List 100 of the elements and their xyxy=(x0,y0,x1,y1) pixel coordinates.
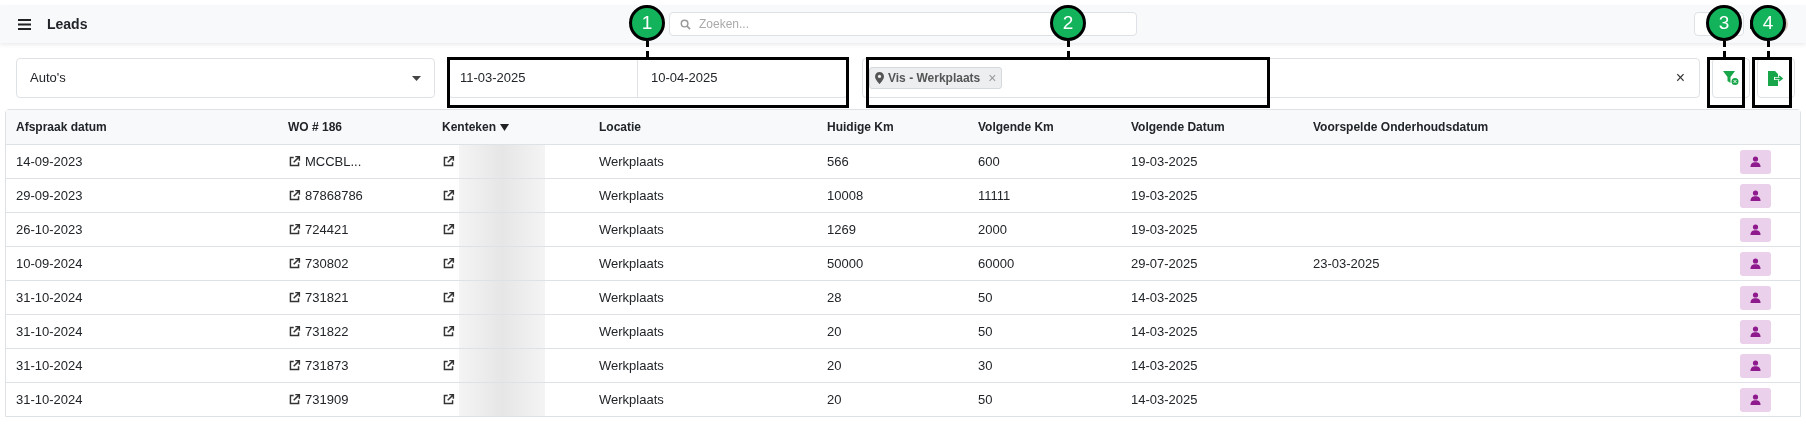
table-cell-text: 19-03-2025 xyxy=(1131,220,1199,239)
external-link-icon[interactable] xyxy=(288,155,301,168)
column-header[interactable]: Volgende Km xyxy=(978,118,1054,136)
work-order-link[interactable]: 731821 xyxy=(305,287,349,308)
external-link-icon[interactable] xyxy=(442,155,455,168)
external-link-icon[interactable] xyxy=(442,189,455,202)
external-link-icon[interactable] xyxy=(288,325,301,338)
date-from-field[interactable]: 11-03-2025 xyxy=(449,59,638,97)
person-icon xyxy=(1750,394,1761,405)
external-link-icon[interactable] xyxy=(442,257,455,270)
callout-frame xyxy=(1752,57,1792,108)
table-cell-text: 10008 xyxy=(827,186,865,205)
table-cell-text: 50 xyxy=(978,322,994,341)
table-cell-text: 20 xyxy=(827,356,843,375)
external-link-icon[interactable] xyxy=(288,291,301,304)
external-link-icon[interactable] xyxy=(288,223,301,236)
contact-button[interactable] xyxy=(1740,217,1771,242)
person-icon xyxy=(1750,156,1761,167)
table-cell-text: 20 xyxy=(827,322,843,341)
sort-down-icon[interactable] xyxy=(500,123,510,131)
column-header[interactable]: Voorspelde Onderhoudsdatum xyxy=(1313,118,1489,136)
table-cell-text: 30 xyxy=(978,356,994,375)
external-link-icon[interactable] xyxy=(288,359,301,372)
table-cell-text: Werkplaats xyxy=(599,322,665,341)
table-cell-text: 14-03-2025 xyxy=(1131,390,1199,409)
contact-button[interactable] xyxy=(1740,183,1771,208)
table-cell-text: Werkplaats xyxy=(599,186,665,205)
menu-icon[interactable] xyxy=(18,18,31,30)
column-header[interactable]: WO # 186 xyxy=(288,118,343,136)
page-title: Leads xyxy=(47,14,88,34)
column-header[interactable]: Afspraak datum xyxy=(16,118,107,136)
vehicle-type-select[interactable]: Auto's xyxy=(16,58,435,98)
table-cell-text: 14-03-2025 xyxy=(1131,322,1199,341)
person-icon xyxy=(1750,326,1761,337)
column-header[interactable]: Huidige Km xyxy=(827,118,894,136)
table-cell-text: 1269 xyxy=(827,220,857,239)
external-link-icon[interactable] xyxy=(288,393,301,406)
external-link-icon[interactable] xyxy=(442,325,455,338)
table-cell-text: 19-03-2025 xyxy=(1131,186,1199,205)
table-cell-text: 31-10-2024 xyxy=(16,322,84,341)
table-cell-text: 14-09-2023 xyxy=(16,152,84,171)
callout-frame xyxy=(1707,57,1745,108)
table-cell-text: 31-10-2024 xyxy=(16,288,84,307)
person-icon xyxy=(1750,360,1761,371)
table-cell-text: 50 xyxy=(978,288,994,307)
table-cell-text: 600 xyxy=(978,152,1001,171)
contact-button[interactable] xyxy=(1740,353,1771,378)
contact-button[interactable] xyxy=(1740,251,1771,276)
table-cell-text: 566 xyxy=(827,152,850,171)
file-export-icon xyxy=(1768,70,1784,86)
caret-icon xyxy=(412,75,421,81)
work-order-link[interactable]: MCCBL... xyxy=(305,151,362,172)
clear-button[interactable]: × xyxy=(1675,66,1693,90)
external-link-icon[interactable] xyxy=(442,359,455,372)
table-cell-text: Werkplaats xyxy=(599,390,665,409)
work-order-link[interactable]: 731909 xyxy=(305,389,349,410)
table-cell-text: 14-03-2025 xyxy=(1131,288,1199,307)
person-icon xyxy=(1750,224,1761,235)
table-cell-text: 50000 xyxy=(827,254,865,273)
work-order-link[interactable]: 731822 xyxy=(305,321,349,342)
table-cell-text: 2000 xyxy=(978,220,1008,239)
table-cell-text: 20 xyxy=(827,390,843,409)
table-cell-text: Werkplaats xyxy=(599,152,665,171)
contact-button[interactable] xyxy=(1740,285,1771,310)
table-cell-text: 19-03-2025 xyxy=(1131,152,1199,171)
contact-button[interactable] xyxy=(1740,387,1771,412)
external-link-icon[interactable] xyxy=(442,291,455,304)
table-cell-text: Werkplaats xyxy=(599,220,665,239)
contact-button[interactable] xyxy=(1740,319,1771,344)
external-link-icon[interactable] xyxy=(442,393,455,406)
work-order-link[interactable]: 730802 xyxy=(305,253,349,274)
table-cell-text: Werkplaats xyxy=(599,254,665,273)
table-cell-text: Werkplaats xyxy=(599,356,665,375)
date-to-field[interactable]: 10-04-2025 xyxy=(638,59,847,97)
table-cell-text: 50 xyxy=(978,390,994,409)
table-cell-text: 31-10-2024 xyxy=(16,356,84,375)
filter-icon xyxy=(1723,71,1739,85)
table-cell-text: 11111 xyxy=(978,186,1012,205)
table-cell-text: 29-07-2025 xyxy=(1131,254,1199,273)
table-cell-text: 60000 xyxy=(978,254,1016,273)
external-link-icon[interactable] xyxy=(288,257,301,270)
tag-filter-field[interactable]: Vis - Werkplaats × × xyxy=(862,58,1700,98)
column-header[interactable]: Kenteken xyxy=(442,118,497,136)
tag-label: Vis - Werkplaats xyxy=(888,70,981,87)
table-cell: 23-03-2025 xyxy=(1313,255,1380,271)
person-icon xyxy=(1750,190,1761,201)
external-link-icon[interactable] xyxy=(288,189,301,202)
column-header[interactable]: Volgende Datum xyxy=(1131,118,1225,136)
work-order-link[interactable]: 724421 xyxy=(305,219,349,240)
table-cell-text: 29-09-2023 xyxy=(16,186,84,205)
external-link-icon[interactable] xyxy=(442,223,455,236)
table-cell-text: 10-09-2024 xyxy=(16,254,84,273)
work-order-link[interactable]: 87868786 xyxy=(305,185,363,206)
table-cell-text: 28 xyxy=(827,288,843,307)
table-cell-text: Werkplaats xyxy=(599,288,665,307)
contact-button[interactable] xyxy=(1740,149,1771,174)
filter-button[interactable] xyxy=(1712,58,1750,98)
table-cell-text: 31-10-2024 xyxy=(16,390,84,409)
work-order-link[interactable]: 731873 xyxy=(305,355,349,376)
column-header[interactable]: Locatie xyxy=(599,118,641,136)
